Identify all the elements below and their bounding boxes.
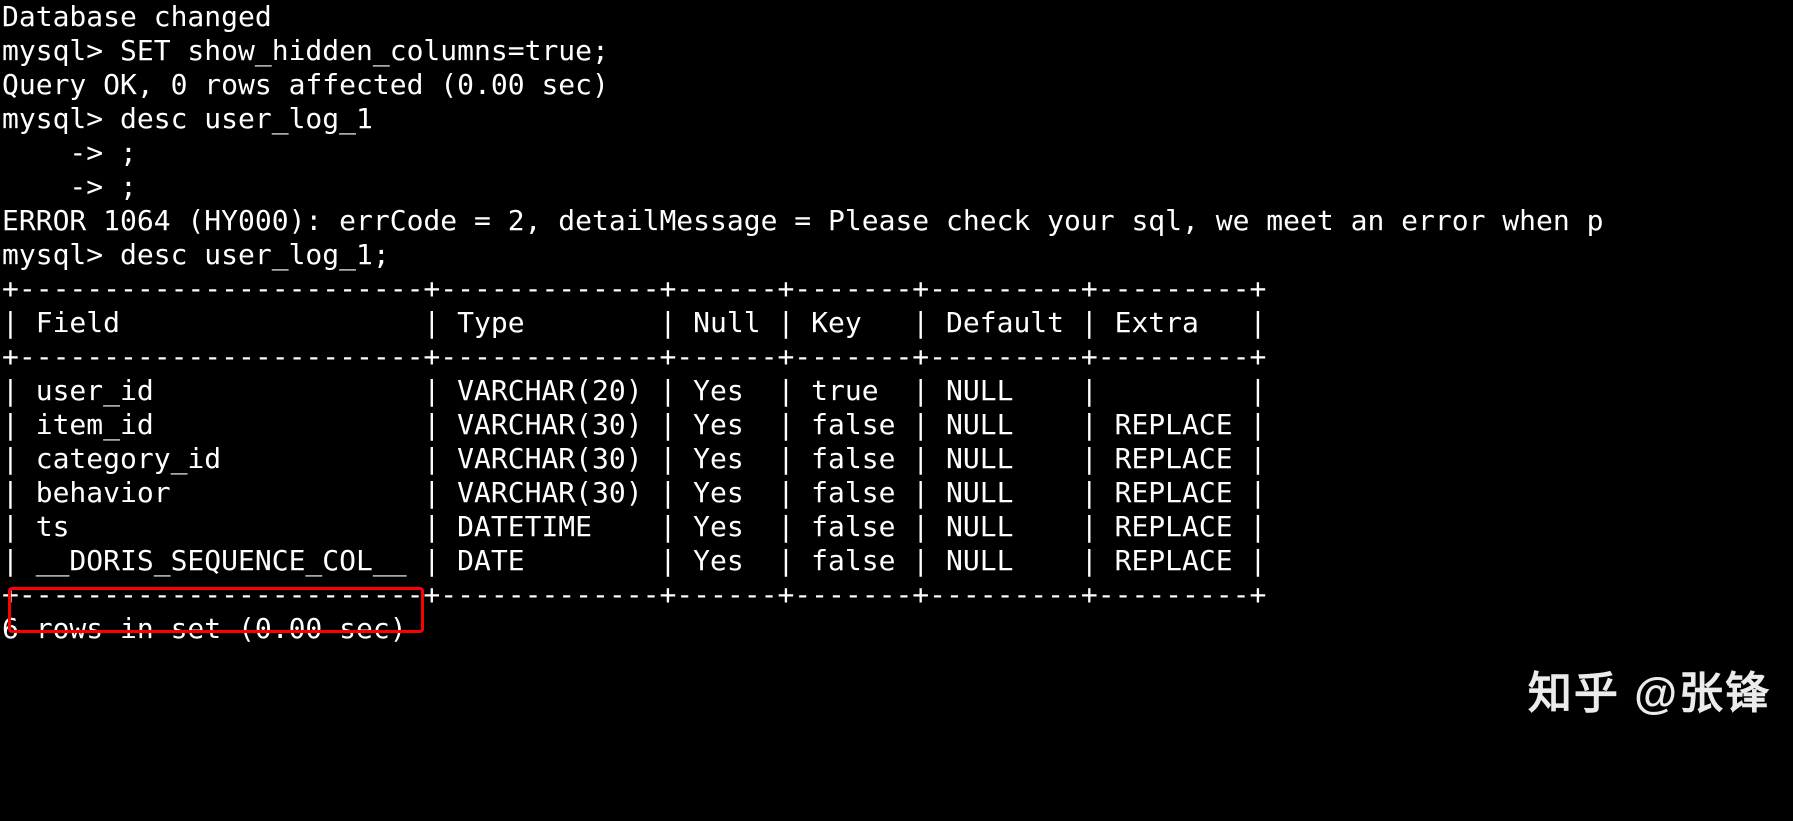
watermark-text: 知乎 @张锋	[1528, 677, 1771, 711]
line-cont-2: -> ;	[2, 170, 1791, 204]
table-row: | item_id | VARCHAR(30) | Yes | false | …	[2, 408, 1791, 442]
table-row: | ts | DATETIME | Yes | false | NULL | R…	[2, 510, 1791, 544]
table-border-mid: +------------------------+-------------+…	[2, 340, 1791, 374]
line-cont-1: -> ;	[2, 136, 1791, 170]
table-header: | Field | Type | Null | Key | Default | …	[2, 306, 1791, 340]
table-row: | behavior | VARCHAR(30) | Yes | false |…	[2, 476, 1791, 510]
line-rowcount: 6 rows in set (0.00 sec)	[2, 612, 1791, 646]
table-border-bot: +------------------------+-------------+…	[2, 578, 1791, 612]
table-border-top: +------------------------+-------------+…	[2, 272, 1791, 306]
line-error: ERROR 1064 (HY000): errCode = 2, detailM…	[2, 204, 1791, 238]
line-set-cmd: mysql> SET show_hidden_columns=true;	[2, 34, 1791, 68]
terminal-output[interactable]: Database changed mysql> SET show_hidden_…	[0, 0, 1793, 646]
table-row: | category_id | VARCHAR(30) | Yes | fals…	[2, 442, 1791, 476]
line-desc-1: mysql> desc user_log_1	[2, 102, 1791, 136]
line-query-ok: Query OK, 0 rows affected (0.00 sec)	[2, 68, 1791, 102]
table-row: | user_id | VARCHAR(20) | Yes | true | N…	[2, 374, 1791, 408]
line-desc-2: mysql> desc user_log_1;	[2, 238, 1791, 272]
line-db-changed: Database changed	[2, 0, 1791, 34]
table-row: | __DORIS_SEQUENCE_COL__ | DATE | Yes | …	[2, 544, 1791, 578]
